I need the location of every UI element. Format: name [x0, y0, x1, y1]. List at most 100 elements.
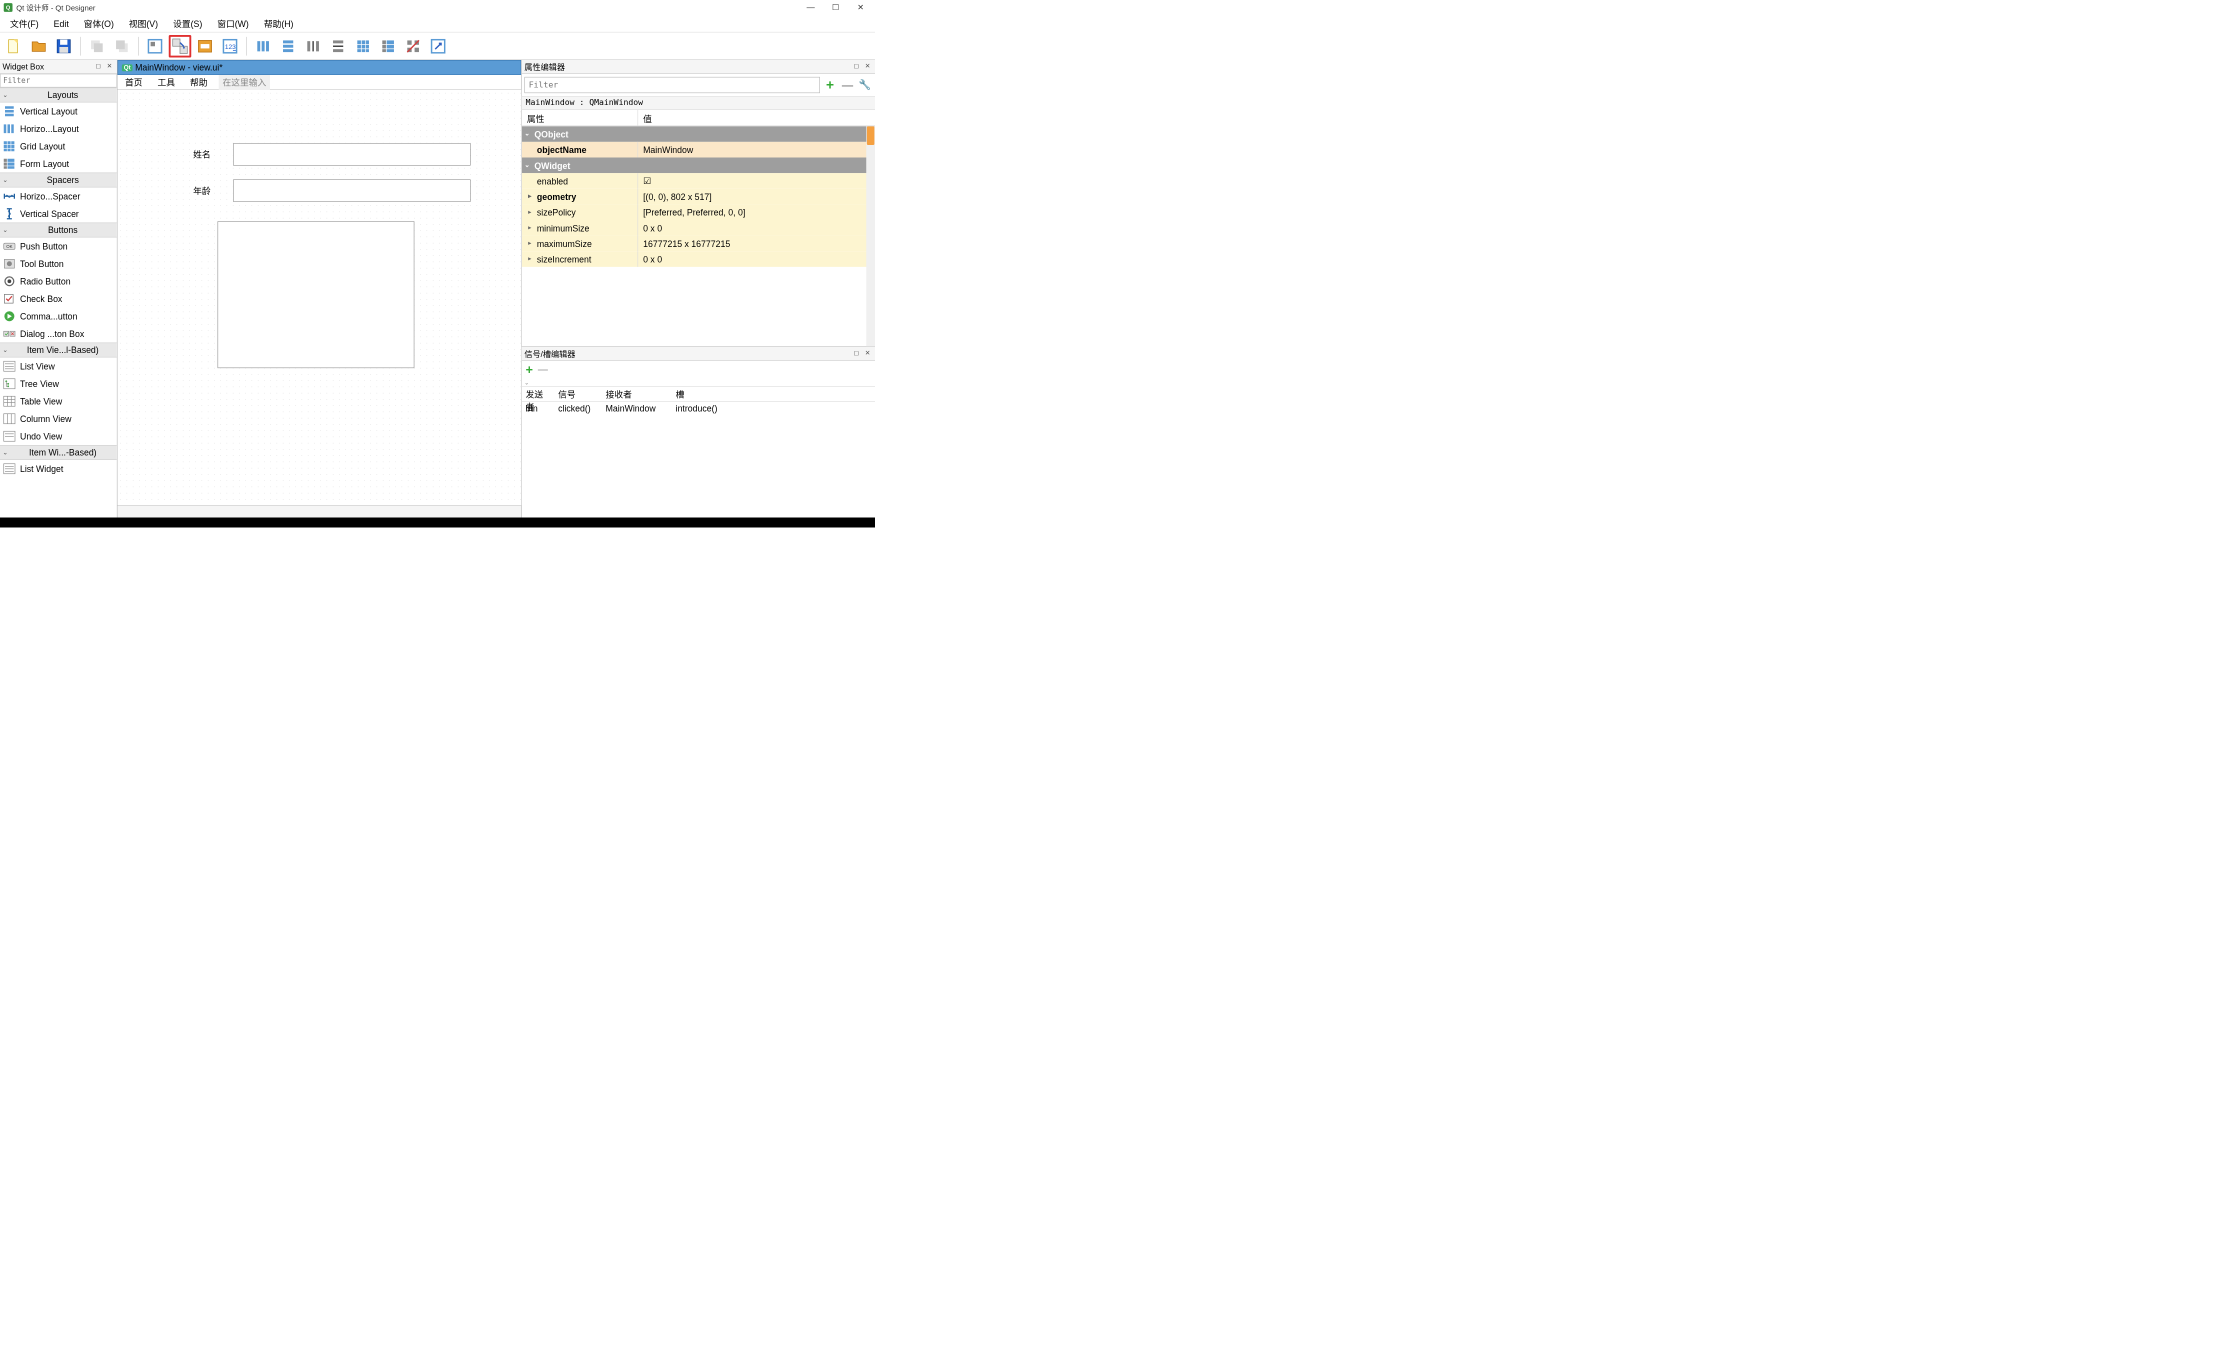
property-scrollbar[interactable]	[866, 126, 875, 346]
close-icon[interactable]: ✕	[855, 3, 866, 13]
remove-property-icon[interactable]: —	[840, 78, 855, 93]
dock-close-icon[interactable]: ✕	[104, 62, 114, 72]
adjust-size-icon[interactable]	[427, 35, 450, 58]
widget-item[interactable]: Vertical Layout	[0, 103, 117, 121]
property-filter-input[interactable]	[524, 77, 820, 93]
property-value[interactable]: MainWindow	[638, 142, 875, 158]
widget-item[interactable]: Column View	[0, 410, 117, 428]
property-value[interactable]: 0 x 0	[638, 251, 875, 267]
property-row[interactable]: ▸geometry[(0, 0), 802 x 517]	[522, 189, 875, 205]
property-row[interactable]: ▸maximumSize16777215 x 16777215	[522, 236, 875, 252]
form-menu-help[interactable]: 帮助	[186, 75, 211, 90]
property-row[interactable]: ▸sizeIncrement0 x 0	[522, 251, 875, 267]
minimize-icon[interactable]: —	[805, 3, 816, 13]
layout-form-icon[interactable]	[377, 35, 400, 58]
property-value[interactable]: ☑	[638, 173, 875, 189]
widget-category[interactable]: ⌄Layouts	[0, 88, 117, 103]
edit-tab-order-icon[interactable]: 123	[219, 35, 242, 58]
form-canvas[interactable]: 姓名 年龄	[118, 90, 522, 505]
col-sender[interactable]: 发送者	[522, 387, 555, 401]
col-signal[interactable]: 信号	[554, 387, 602, 401]
property-col-value[interactable]: 值	[638, 110, 657, 126]
signal-table-body[interactable]: btnclicked()MainWindowintroduce()	[522, 402, 875, 417]
property-value[interactable]: [Preferred, Preferred, 0, 0]	[638, 204, 875, 220]
cell-receiver[interactable]: MainWindow	[602, 402, 672, 417]
remove-connection-icon[interactable]: —	[538, 364, 548, 375]
form-menu-add-placeholder[interactable]: 在这里输入	[219, 75, 270, 90]
form-menu-home[interactable]: 首页	[121, 75, 146, 90]
layout-vertical-icon[interactable]	[277, 35, 300, 58]
property-group[interactable]: ⌄QObject	[522, 126, 875, 142]
widget-item[interactable]: Grid Layout	[0, 138, 117, 156]
dock-float-icon[interactable]: ◻	[851, 62, 861, 72]
menu-file[interactable]: 文件(F)	[3, 15, 47, 31]
menu-settings[interactable]: 设置(S)	[166, 15, 210, 31]
widget-item[interactable]: Vertical Spacer	[0, 205, 117, 223]
menu-view[interactable]: 视图(V)	[121, 15, 165, 31]
widget-item[interactable]: Horizo...Layout	[0, 120, 117, 138]
widget-item[interactable]: List View	[0, 358, 117, 376]
property-row[interactable]: objectNameMainWindow	[522, 142, 875, 158]
edit-signals-icon[interactable]	[169, 35, 192, 58]
layout-vsplit-icon[interactable]	[327, 35, 350, 58]
break-layout-icon[interactable]	[402, 35, 425, 58]
col-slot[interactable]: 槽	[672, 387, 875, 401]
property-value[interactable]: [(0, 0), 802 x 517]	[638, 189, 875, 205]
property-tree[interactable]: ⌄QObjectobjectNameMainWindow⌄QWidgetenab…	[522, 126, 875, 346]
label-name[interactable]: 姓名	[171, 148, 234, 161]
input-age[interactable]	[233, 179, 471, 202]
property-value[interactable]: 16777215 x 16777215	[638, 236, 875, 252]
menu-edit[interactable]: Edit	[46, 17, 76, 31]
property-col-name[interactable]: 属性	[522, 110, 638, 126]
widget-item[interactable]: List Widget	[0, 460, 117, 478]
new-file-icon[interactable]	[3, 35, 26, 58]
signal-row[interactable]: btnclicked()MainWindowintroduce()	[522, 402, 875, 417]
maximize-icon[interactable]: ☐	[830, 3, 841, 13]
bring-front-icon[interactable]	[111, 35, 134, 58]
widget-item[interactable]: Undo View	[0, 428, 117, 446]
property-row[interactable]: enabled☑	[522, 173, 875, 189]
property-row[interactable]: ▸sizePolicy[Preferred, Preferred, 0, 0]	[522, 204, 875, 220]
edit-widgets-icon[interactable]	[144, 35, 167, 58]
widget-category[interactable]: ⌄Item Vie...l-Based)	[0, 343, 117, 358]
menu-form[interactable]: 窗体(O)	[76, 15, 121, 31]
widget-box-tree[interactable]: ⌄LayoutsVertical LayoutHorizo...LayoutGr…	[0, 88, 117, 528]
edit-buddies-icon[interactable]	[194, 35, 217, 58]
widget-box-filter-input[interactable]	[0, 74, 117, 88]
layout-hsplit-icon[interactable]	[302, 35, 325, 58]
layout-grid-icon[interactable]	[352, 35, 375, 58]
form-menu-tools[interactable]: 工具	[154, 75, 179, 90]
layout-horizontal-icon[interactable]	[252, 35, 275, 58]
add-property-icon[interactable]: +	[823, 78, 838, 93]
textarea-widget[interactable]	[218, 221, 415, 368]
widget-item[interactable]: Form Layout	[0, 155, 117, 173]
cell-sender[interactable]: btn	[522, 402, 555, 417]
dock-float-icon[interactable]: ◻	[851, 348, 861, 358]
widget-category[interactable]: ⌄Spacers	[0, 173, 117, 188]
input-name[interactable]	[233, 143, 471, 166]
send-back-icon[interactable]	[86, 35, 109, 58]
widget-item[interactable]: Table View	[0, 393, 117, 411]
cell-signal[interactable]: clicked()	[554, 402, 602, 417]
widget-category[interactable]: ⌄Buttons	[0, 223, 117, 238]
dock-close-icon[interactable]: ✕	[863, 348, 873, 358]
property-value[interactable]: 0 x 0	[638, 220, 875, 236]
widget-item[interactable]: Tree View	[0, 375, 117, 393]
widget-item[interactable]: OKPush Button	[0, 238, 117, 256]
col-receiver[interactable]: 接收者	[602, 387, 672, 401]
save-file-icon[interactable]	[53, 35, 76, 58]
menu-window[interactable]: 窗口(W)	[210, 15, 257, 31]
dock-float-icon[interactable]: ◻	[93, 62, 103, 72]
label-age[interactable]: 年龄	[171, 184, 234, 197]
menu-help[interactable]: 帮助(H)	[256, 15, 301, 31]
widget-item[interactable]: Horizo...Spacer	[0, 188, 117, 206]
widget-item[interactable]: Check Box	[0, 290, 117, 308]
property-row[interactable]: ▸minimumSize0 x 0	[522, 220, 875, 236]
configure-icon[interactable]: 🔧	[858, 78, 873, 93]
form-window-titlebar[interactable]: Qt MainWindow - view.ui*	[118, 60, 522, 75]
widget-item[interactable]: Radio Button	[0, 273, 117, 291]
add-connection-icon[interactable]: +	[526, 363, 533, 377]
widget-item[interactable]: Dialog ...ton Box	[0, 325, 117, 343]
form-menubar[interactable]: 首页 工具 帮助 在这里输入	[118, 75, 522, 90]
widget-item[interactable]: Comma...utton	[0, 308, 117, 326]
